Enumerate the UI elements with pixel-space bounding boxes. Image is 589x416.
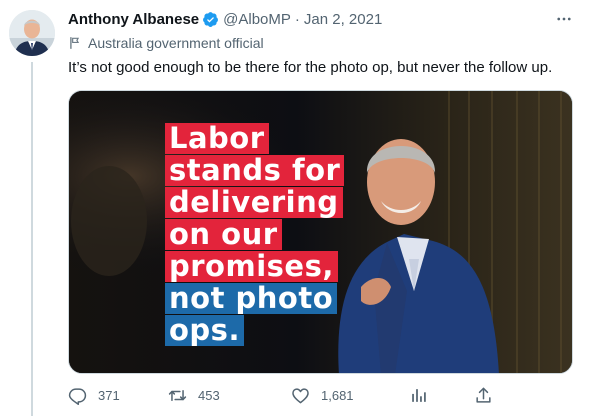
tweet-actions: 371 453 1,681 [68,386,498,410]
verified-badge-icon [202,11,219,28]
author-handle[interactable]: @AlboMP [223,11,291,28]
analytics-button[interactable] [409,386,439,405]
more-options-icon[interactable] [554,9,574,29]
thread-line [31,62,33,416]
headline-line: not photo [165,283,338,314]
headline-line: ops. [165,315,244,346]
retweet-button[interactable]: 453 [168,386,220,405]
reply-button[interactable]: 371 [68,386,120,405]
account-label-text: Australia government official [88,35,264,51]
avatar[interactable] [9,10,55,56]
retweet-count: 453 [198,388,220,403]
share-button[interactable] [474,386,504,405]
government-flag-icon [70,37,80,49]
tweet-content: Anthony Albanese @AlboMP · Jan 2, 2021 A… [68,9,574,374]
headline-line: stands for [165,155,345,186]
like-icon [292,388,309,404]
analytics-icon [412,389,426,402]
account-label: Australia government official [68,34,574,52]
retweet-icon [168,389,187,402]
image-headline: Labor stands for delivering on our promi… [165,123,345,347]
tweet-text: It’s not good enough to be there for the… [68,59,553,76]
headline-line: delivering [165,187,343,218]
author-name[interactable]: Anthony Albanese [68,11,199,28]
headline-line: Labor [165,123,269,154]
reply-count: 371 [98,388,120,403]
tweet-date[interactable]: Jan 2, 2021 [304,11,382,28]
tweet-header: Anthony Albanese @AlboMP · Jan 2, 2021 [68,9,574,29]
like-count: 1,681 [321,388,354,403]
headline-line: promises, [165,251,338,282]
headline-line: on our [165,219,282,250]
tweet-image[interactable]: Labor stands for delivering on our promi… [68,90,573,374]
share-icon [476,387,491,403]
reply-icon [68,388,87,405]
like-button[interactable]: 1,681 [291,386,354,405]
separator-dot: · [294,10,300,28]
